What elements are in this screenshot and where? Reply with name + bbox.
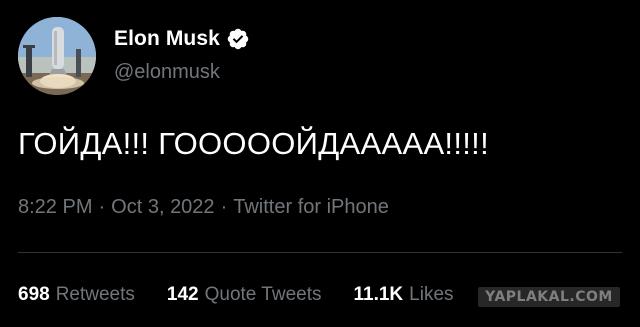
quote-tweets-count: 142 <box>166 284 199 305</box>
tweet-card: Elon Musk @elonmusk ГОЙДА!!! ГОООООЙДААА… <box>0 0 640 327</box>
quote-tweets-stat[interactable]: 142 Quote Tweets <box>167 284 322 306</box>
retweets-count: 698 <box>18 284 50 305</box>
likes-label: Likes <box>409 284 454 305</box>
watermark: YAPLAKAL.COM <box>478 287 620 307</box>
display-name[interactable]: Elon Musk <box>114 27 220 51</box>
rocket-launch-avatar <box>18 17 96 95</box>
tweet-source[interactable]: Twitter for iPhone <box>233 196 389 219</box>
name-row: Elon Musk <box>114 27 250 51</box>
quote-tweets-label: Quote Tweets <box>204 284 322 305</box>
meta-separator: · <box>220 196 228 218</box>
tweet-text: ГОЙДА!!! ГОООООЙДААААА!!!!! <box>18 126 489 161</box>
divider <box>18 252 622 253</box>
likes-count: 11.1K <box>353 284 404 305</box>
tweet-date[interactable]: Oct 3, 2022 <box>111 196 214 219</box>
handle[interactable]: @elonmusk <box>114 61 220 84</box>
avatar[interactable] <box>18 17 96 95</box>
engagement-stats: 698 Retweets 142 Quote Tweets 11.1K Like… <box>18 284 486 306</box>
meta-separator: · <box>98 196 106 218</box>
tweet-time[interactable]: 8:22 PM <box>18 196 92 219</box>
verified-badge-icon <box>226 27 250 51</box>
retweets-label: Retweets <box>55 284 135 305</box>
tweet-meta: 8:22 PM · Oct 3, 2022 · Twitter for iPhone <box>18 196 389 219</box>
retweets-stat[interactable]: 698 Retweets <box>18 284 135 306</box>
likes-stat[interactable]: 11.1K Likes <box>354 284 454 306</box>
